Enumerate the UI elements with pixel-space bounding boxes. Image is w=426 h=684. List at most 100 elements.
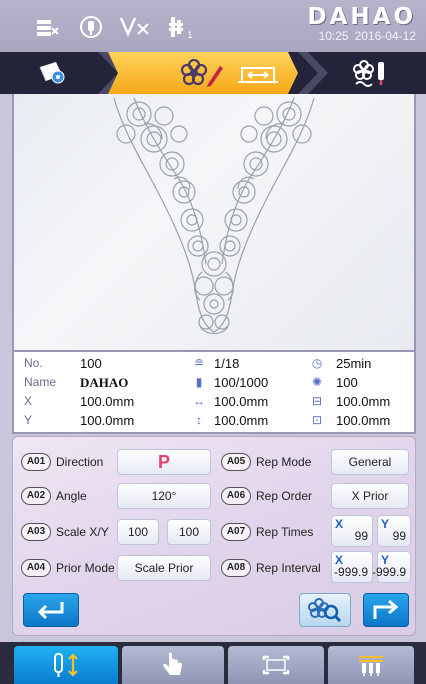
bottom-nav [0, 642, 426, 684]
clock-date: 2016-04-12 [354, 29, 416, 43]
return-arrow-icon [37, 602, 64, 620]
height-value: 100.0mm [214, 413, 269, 428]
design-preview[interactable] [12, 94, 416, 352]
back-button[interactable] [23, 593, 79, 627]
clock-time: 10:25 [318, 29, 349, 43]
frame-width-value: 100.0mm [336, 394, 391, 409]
param-label: Rep Interval [256, 561, 321, 575]
axis-y-label: Y [381, 517, 390, 531]
design-name: DAHAO [80, 375, 129, 390]
rep-order-button[interactable]: X Prior [331, 483, 409, 509]
clock: 10:25 2016-04-12 [308, 29, 416, 43]
needle-updown-icon [54, 653, 78, 677]
name-label: Name [24, 375, 57, 389]
no-label: No. [24, 356, 43, 370]
nav-frame[interactable] [228, 646, 324, 684]
needle-bar-icon: 1 [169, 17, 193, 40]
color-count: 1/18 [214, 356, 240, 371]
param-label: Direction [56, 455, 104, 469]
param-prior-mode: A04 Prior Mode [21, 559, 115, 577]
embroider-time: 25min [336, 356, 372, 371]
param-code: A07 [221, 523, 251, 541]
tab-frame-move[interactable] [208, 52, 308, 94]
frame-outline-icon [262, 655, 290, 675]
lace-design [113, 97, 315, 335]
param-rep-times: A07 Rep Times [221, 523, 313, 541]
thread-break-icon [119, 17, 149, 37]
param-label: Rep Times [256, 525, 314, 539]
design-number: 100 [80, 356, 102, 371]
frame-move-icon [238, 67, 278, 83]
param-label: Scale X/Y [56, 525, 109, 539]
color-list-icon [37, 20, 59, 36]
rep-times-x-value: 99 [354, 529, 368, 543]
rep-mode-button[interactable]: General [331, 449, 409, 475]
angle-button[interactable]: 120° [117, 483, 211, 509]
param-rep-mode: A05 Rep Mode [221, 453, 311, 471]
nav-needle-move[interactable] [14, 646, 118, 684]
param-code: A05 [221, 453, 251, 471]
nav-manual[interactable] [122, 646, 224, 684]
param-scale: A03 Scale X/Y [21, 523, 109, 541]
embroider-icon [353, 60, 384, 87]
scale-x-button[interactable]: 100 [117, 519, 159, 545]
direction-button[interactable]: P [117, 449, 211, 475]
rep-interval-y-value: -999.9 [371, 565, 406, 579]
param-code: A06 [221, 487, 251, 505]
x-value: 100.0mm [80, 394, 135, 409]
color-stack-icon: ≘ [193, 356, 205, 370]
frame-width-icon: ⊟ [311, 394, 323, 408]
edit-parameters-panel: A01 Direction P A02 Angle 120° A03 Scale… [12, 436, 416, 636]
param-label: Rep Order [256, 489, 313, 503]
param-rep-interval: A08 Rep Interval [221, 559, 321, 577]
rep-interval-x-value: -999.9 [333, 565, 368, 579]
scale-y-button[interactable]: 100 [167, 519, 211, 545]
height-icon: ↕ [196, 413, 202, 427]
nav-needle-bars[interactable] [328, 646, 414, 684]
param-rep-order: A06 Rep Order [221, 487, 312, 505]
param-code: A02 [21, 487, 51, 505]
design-info-panel: No. 100 ≘ 1/18 ◷ 25min Name DAHAO ▮ 100/… [12, 352, 416, 434]
rep-interval-x-button[interactable]: X -999.9 [331, 551, 373, 583]
frame-height-icon: ⊡ [311, 413, 323, 427]
speed-value: 100 [336, 375, 358, 390]
param-angle: A02 Angle [21, 487, 87, 505]
forward-arrow-icon [373, 599, 399, 619]
param-label: Prior Mode [56, 561, 115, 575]
speed-icon: ✺ [311, 375, 323, 389]
y-value: 100.0mm [80, 413, 135, 428]
param-code: A01 [21, 453, 51, 471]
param-code: A03 [21, 523, 51, 541]
needle-bars-icon [359, 656, 383, 676]
status-bar: 1 DAHAO 10:25 2016-04-12 [0, 0, 426, 52]
param-code: A04 [21, 559, 51, 577]
prior-mode-button[interactable]: Scale Prior [117, 555, 211, 581]
needle-icon: ▮ [195, 375, 203, 389]
param-label: Angle [56, 489, 87, 503]
hand-pointer-icon [163, 652, 182, 675]
mode-tabs [0, 52, 426, 94]
stitch-count: 100/1000 [214, 375, 269, 390]
width-icon: ↔ [193, 394, 205, 408]
rep-times-y-value: 99 [392, 529, 406, 543]
rep-interval-y-button[interactable]: Y -999.9 [372, 551, 411, 583]
clock-icon: ◷ [311, 356, 323, 370]
brand: DAHAO 10:25 2016-04-12 [308, 4, 417, 43]
svg-text:1: 1 [187, 31, 193, 40]
needle-stop-icon [80, 16, 102, 38]
axis-x-label: X [335, 517, 344, 531]
param-direction: A01 Direction [21, 453, 103, 471]
design-icon [39, 62, 65, 84]
next-button[interactable] [363, 593, 409, 627]
brand-name: DAHAO [307, 4, 416, 30]
tab-design-select[interactable] [0, 52, 108, 94]
y-label: Y [24, 413, 33, 427]
tab-embroider[interactable] [318, 52, 426, 94]
rep-times-x-button[interactable]: X 99 [331, 515, 373, 547]
rep-times-y-button[interactable]: Y 99 [377, 515, 411, 547]
frame-height-value: 100.0mm [336, 413, 391, 428]
flower-search-icon [308, 598, 342, 623]
preview-zoom-button[interactable] [299, 593, 351, 627]
param-code: A08 [221, 559, 251, 577]
param-label: Rep Mode [256, 455, 312, 469]
